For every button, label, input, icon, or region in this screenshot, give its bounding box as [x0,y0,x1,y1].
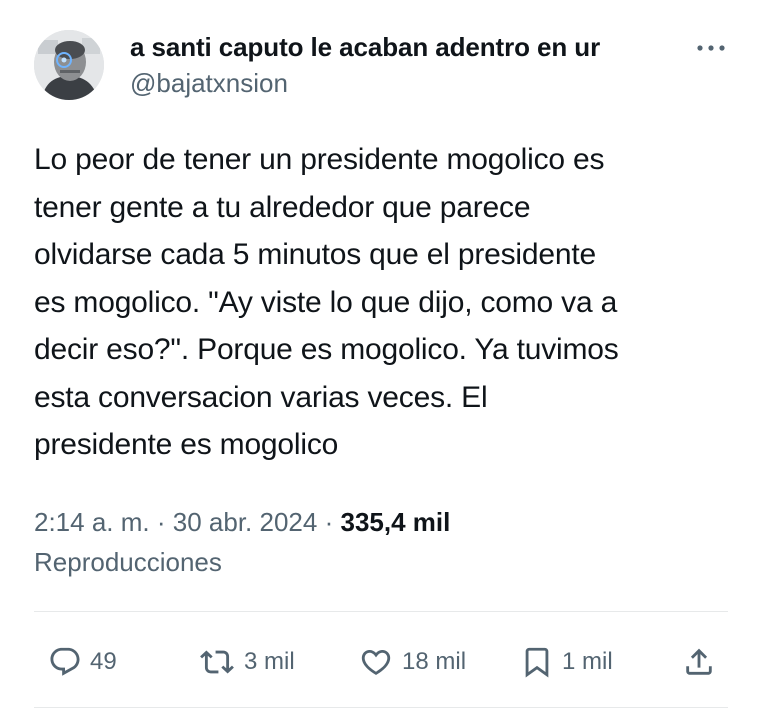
bookmark-count: 1 mil [562,648,613,675]
avatar-image [34,30,104,100]
meta-separator: · [156,507,166,537]
heart-icon [361,649,391,675]
like-button[interactable]: 18 mil [358,636,466,688]
bookmark-button[interactable]: 1 mil [520,636,613,688]
user-handle[interactable]: @bajatxnsion [130,68,288,99]
avatar[interactable] [34,30,104,100]
like-count: 18 mil [402,648,467,675]
reply-button[interactable]: 49 [48,636,117,688]
meta-separator: · [324,507,334,537]
tweet-time[interactable]: 2:14 a. m. [34,507,150,537]
views-label: Reproducciones [34,547,222,577]
more-button[interactable] [688,28,734,68]
more-icon [697,45,725,51]
repost-count: 3 mil [244,648,295,675]
repost-button[interactable]: 3 mil [198,636,295,688]
tweet-date[interactable]: 30 abr. 2024 [173,507,318,537]
divider [34,611,728,612]
bookmark-icon [525,647,549,678]
tweet-meta: 2:14 a. m. · 30 abr. 2024 · 335,4 mil [34,504,724,540]
repost-icon [200,650,234,674]
reply-icon [50,647,80,676]
view-count: 335,4 mil [340,507,451,537]
share-icon [686,648,712,675]
tweet-text: Lo peor de tener un presidente mogolico … [34,143,619,461]
tweet-header: a santi caputo le acaban adentro en ur @… [34,24,734,108]
action-bar: 49 3 mil 18 mil 1 mil [34,636,724,688]
share-button[interactable] [682,636,716,688]
reply-count: 49 [90,648,117,675]
display-name[interactable]: a santi caputo le acaban adentro en ur [130,32,678,63]
